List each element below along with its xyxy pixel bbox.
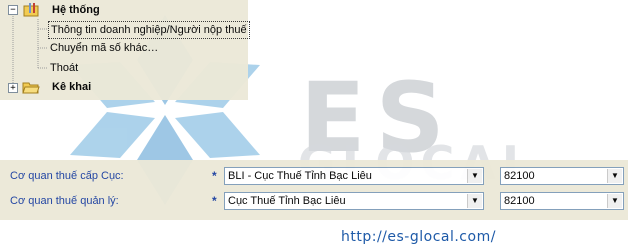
tools-folder-icon xyxy=(23,3,39,17)
managing-tax-office-select[interactable]: Cục Thuế Tỉnh Bạc Liêu ▼ xyxy=(224,192,484,210)
tree-item-declaration[interactable]: Kê khai xyxy=(52,78,91,96)
screenshot-stage: ES GLOCAL − Hệ thống Thông tin doanh ngh… xyxy=(0,0,644,251)
tree-item-business-info[interactable]: Thông tin doanh nghiệp/Người nộp thuế xyxy=(48,21,250,39)
tax-dept-level-select[interactable]: BLI - Cục Thuế Tỉnh Bạc Liêu ▼ xyxy=(224,167,484,185)
tax-dept-level-code-value: 82100 xyxy=(504,170,535,182)
tax-authority-form: Cơ quan thuế cấp Cục: * BLI - Cục Thuế T… xyxy=(0,160,628,220)
tax-dept-level-code-select[interactable]: 82100 ▼ xyxy=(500,167,624,185)
open-folder-icon xyxy=(22,82,40,94)
expand-toggle-icon[interactable]: + xyxy=(8,83,18,93)
tree-item-system[interactable]: Hệ thống xyxy=(52,1,100,19)
managing-tax-office-value: Cục Thuế Tỉnh Bạc Liêu xyxy=(228,195,346,207)
tax-dept-level-value: BLI - Cục Thuế Tỉnh Bạc Liêu xyxy=(228,170,372,182)
dropdown-arrow-icon[interactable]: ▼ xyxy=(607,169,622,183)
managing-tax-office-code-select[interactable]: 82100 ▼ xyxy=(500,192,624,210)
collapse-toggle-icon[interactable]: − xyxy=(8,5,18,15)
tree-item-exit[interactable]: Thoát xyxy=(50,59,78,77)
tree-item-change-tax-code[interactable]: Chuyển mã số khác… xyxy=(50,39,158,57)
managing-tax-office-label: Cơ quan thuế quản lý: xyxy=(10,195,119,207)
dropdown-arrow-icon[interactable]: ▼ xyxy=(467,194,482,208)
watermark-url: http://es-glocal.com/ xyxy=(341,229,496,245)
system-menu-tree: − Hệ thống Thông tin doanh nghiệp/Người … xyxy=(0,0,250,100)
required-marker: * xyxy=(212,194,217,208)
managing-tax-office-code-value: 82100 xyxy=(504,195,535,207)
dropdown-arrow-icon[interactable]: ▼ xyxy=(467,169,482,183)
tax-dept-level-label: Cơ quan thuế cấp Cục: xyxy=(10,170,124,182)
required-marker: * xyxy=(212,169,217,183)
dropdown-arrow-icon[interactable]: ▼ xyxy=(607,194,622,208)
